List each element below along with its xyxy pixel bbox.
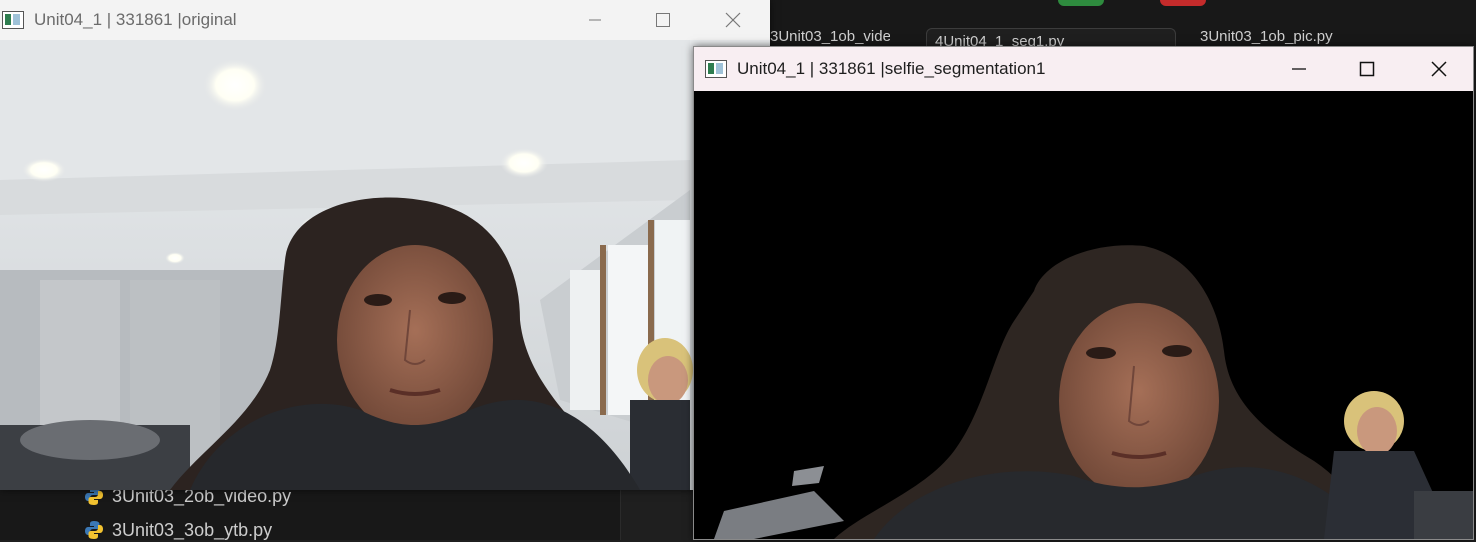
ide-stop-button[interactable] xyxy=(1160,0,1206,6)
opencv-window-icon xyxy=(705,60,727,78)
maximize-icon xyxy=(1359,61,1375,77)
minimize-icon xyxy=(589,19,601,21)
minimize-button[interactable] xyxy=(560,0,630,40)
close-icon xyxy=(1431,61,1447,77)
original-video-frame xyxy=(0,40,770,490)
explorer-file-item[interactable]: 3Unit03_3ob_ytb.py xyxy=(84,518,272,542)
ide-tab-label: 3Unit03_1ob_video.py xyxy=(770,28,890,45)
window-titlebar[interactable]: Unit04_1 | 331861 |selfie_segmentation1 xyxy=(694,47,1473,91)
window-title: Unit04_1 | 331861 |original xyxy=(34,10,237,29)
minimize-icon xyxy=(1292,68,1306,70)
ide-editor-gutter xyxy=(620,490,695,540)
segmented-image xyxy=(694,91,1473,539)
maximize-button[interactable] xyxy=(628,0,698,40)
close-button[interactable] xyxy=(698,0,768,40)
window-title: Unit04_1 | 331861 |selfie_segmentation1 xyxy=(737,59,1046,78)
python-file-icon xyxy=(85,521,103,539)
minimize-button[interactable] xyxy=(1264,47,1334,91)
ide-tab-label: 3Unit03_1ob_pic.py xyxy=(1200,28,1333,45)
segmentation-video-frame xyxy=(694,91,1473,539)
webcam-image xyxy=(0,40,770,490)
ide-run-button[interactable] xyxy=(1058,0,1104,6)
close-button[interactable] xyxy=(1404,47,1473,91)
maximize-icon xyxy=(656,13,670,27)
maximize-button[interactable] xyxy=(1332,47,1402,91)
explorer-file-label: 3Unit03_3ob_ytb.py xyxy=(112,519,273,540)
opencv-window-icon xyxy=(2,11,24,29)
segmentation-window[interactable]: Unit04_1 | 331861 |selfie_segmentation1 xyxy=(693,46,1474,540)
original-window[interactable]: Unit04_1 | 331861 |original xyxy=(0,0,770,490)
window-titlebar[interactable]: Unit04_1 | 331861 |original xyxy=(0,0,770,40)
close-icon xyxy=(725,12,741,28)
